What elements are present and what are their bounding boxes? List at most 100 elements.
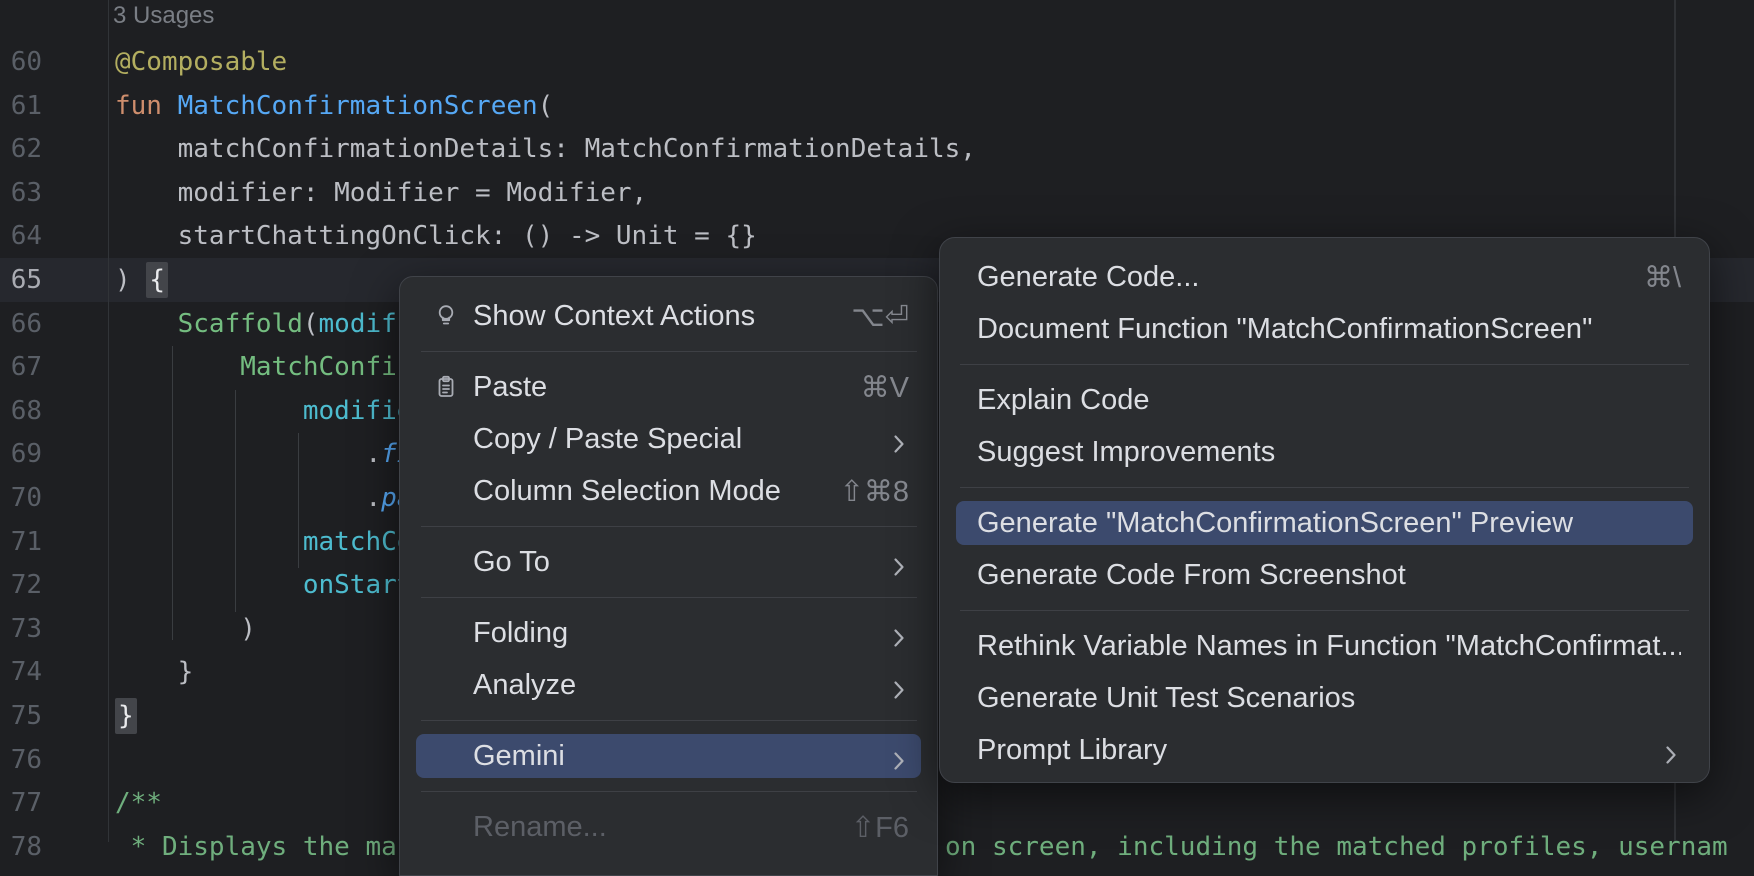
menu-item-copy-paste-special[interactable]: Copy / Paste Special — [400, 413, 937, 465]
code-token: . — [115, 439, 381, 469]
code-line-69: .fil — [115, 433, 428, 475]
menu-item-document-function[interactable]: Document Function "MatchConfirmationScre… — [940, 303, 1709, 355]
menu-item-gemini[interactable]: Gemini — [400, 730, 937, 782]
code-token: matchConfirmationDetails: MatchConfirmat… — [115, 134, 976, 164]
menu-item-shortcut: ⌘\ — [1644, 260, 1681, 295]
menu-item-label: Column Selection Mode — [473, 475, 781, 508]
menu-item-rename[interactable]: Rename...⇧F6 — [400, 801, 937, 853]
line-number-68: 68 — [0, 390, 42, 432]
menu-item-label: Go To — [473, 546, 550, 579]
code-token: fun — [115, 91, 178, 121]
submenu-chevron-icon — [893, 623, 905, 643]
line-number-64: 64 — [0, 215, 42, 257]
menu-separator — [421, 526, 917, 527]
code-token: * Displays the ma — [115, 832, 397, 862]
menu-item-show-context-actions[interactable]: Show Context Actions⌥⏎ — [400, 290, 937, 342]
code-token: ( — [538, 91, 554, 121]
line-number-63: 63 — [0, 172, 42, 214]
menu-item-go-to[interactable]: Go To — [400, 536, 937, 588]
line-number-73: 73 — [0, 608, 42, 650]
menu-separator — [421, 720, 917, 721]
menu-separator — [421, 351, 917, 352]
code-token — [115, 352, 240, 382]
line-number-69: 69 — [0, 433, 42, 475]
menu-item-rethink-variable-names[interactable]: Rethink Variable Names in Function "Matc… — [940, 620, 1709, 672]
menu-item-label: Suggest Improvements — [977, 436, 1275, 469]
menu-item-shortcut: ⇧⌘8 — [840, 474, 909, 509]
line-number-67: 67 — [0, 346, 42, 388]
gemini-submenu: Generate Code... ⌘\ Document Function "Mat… — [939, 237, 1710, 783]
menu-item-shortcut: ⌥⏎ — [851, 299, 909, 334]
menu-item-label: Copy / Paste Special — [473, 423, 742, 456]
menu-item-label: Gemini — [473, 740, 565, 773]
menu-item-label: Generate Code... — [977, 261, 1199, 294]
line-number-65: 65 — [0, 259, 42, 301]
code-line-70: .pad — [115, 477, 428, 519]
code-token: ( — [303, 309, 319, 339]
code-line-72: onStartC — [115, 564, 428, 606]
code-token — [115, 309, 178, 339]
menu-separator — [421, 597, 917, 598]
line-number-78: 78 — [0, 826, 42, 868]
editor-context-menu: Show Context Actions⌥⏎ Paste ⌘V Copy / Past… — [399, 276, 938, 876]
menu-item-analyze[interactable]: Analyze — [400, 659, 937, 711]
menu-item-label: Generate "MatchConfirmationScreen" Previ… — [977, 507, 1573, 540]
menu-item-label: Generate Unit Test Scenarios — [977, 682, 1355, 715]
menu-item-generate-code[interactable]: Generate Code... ⌘\ — [940, 251, 1709, 303]
line-number-76: 76 — [0, 739, 42, 781]
menu-item-shortcut: ⌘V — [861, 370, 909, 405]
menu-item-folding[interactable]: Folding — [400, 607, 937, 659]
code-line-68: modifier — [115, 390, 428, 432]
code-line-66: Scaffold(modifier — [115, 303, 444, 345]
line-number-66: 66 — [0, 303, 42, 345]
menu-item-label: Explain Code — [977, 384, 1150, 417]
menu-item-suggest-improvements[interactable]: Suggest Improvements — [940, 426, 1709, 478]
code-token: { — [146, 262, 168, 298]
code-line-73: ) — [115, 608, 256, 650]
code-line-75: } — [115, 695, 137, 737]
code-token: } — [115, 698, 137, 734]
menu-item-paste[interactable]: Paste ⌘V — [400, 361, 937, 413]
line-number-70: 70 — [0, 477, 42, 519]
menu-item-generate-unit-test-scenarios[interactable]: Generate Unit Test Scenarios — [940, 672, 1709, 724]
menu-item-generate-code-from-screenshot[interactable]: Generate Code From Screenshot — [940, 549, 1709, 601]
menu-item-label: Analyze — [473, 669, 576, 702]
code-token — [115, 396, 303, 426]
code-line-63: modifier: Modifier = Modifier, — [115, 172, 647, 214]
code-line-60: @Composable — [115, 41, 287, 83]
menu-item-label: Paste — [473, 371, 547, 404]
submenu-chevron-icon — [893, 746, 905, 766]
menu-item-prompt-library[interactable]: Prompt Library — [940, 724, 1709, 776]
submenu-chevron-icon — [893, 429, 905, 449]
code-token: ) — [115, 265, 146, 295]
submenu-chevron-icon — [893, 675, 905, 695]
code-token: @Composable — [115, 47, 287, 77]
line-number-62: 62 — [0, 128, 42, 170]
code-token: . — [115, 483, 381, 513]
code-token — [115, 570, 303, 600]
usages-inlay-hint[interactable]: 3 Usages — [113, 2, 214, 30]
code-token: Scaffold — [178, 309, 303, 339]
code-token — [115, 527, 303, 557]
menu-item-label: Prompt Library — [977, 734, 1167, 767]
code-line-64: startChattingOnClick: () -> Unit = {} — [115, 215, 757, 257]
line-number-60: 60 — [0, 41, 42, 83]
menu-item-label: Document Function "MatchConfirmationScre… — [977, 313, 1592, 346]
menu-item-column-selection-mode[interactable]: Column Selection Mode ⇧⌘8 — [400, 465, 937, 517]
line-number-75: 75 — [0, 695, 42, 737]
code-line-62: matchConfirmationDetails: MatchConfirmat… — [115, 128, 976, 170]
menu-item-explain-code[interactable]: Explain Code — [940, 374, 1709, 426]
code-token: modifier: Modifier = Modifier, — [115, 178, 647, 208]
menu-separator — [421, 791, 917, 792]
code-line-61: fun MatchConfirmationScreen( — [115, 85, 553, 127]
gutter-separator — [108, 0, 109, 842]
code-token: ) — [115, 614, 256, 644]
menu-separator — [960, 364, 1689, 365]
ide-screenshot: { "palette": { "bg": "#1E1F22", "current… — [0, 0, 1754, 842]
line-number-61: 61 — [0, 85, 42, 127]
code-line-78: * Displays the maon screen, including th… — [115, 826, 397, 868]
clipboard-icon — [432, 373, 460, 401]
menu-item-generate-preview[interactable]: Generate "MatchConfirmationScreen" Previ… — [940, 497, 1709, 549]
code-token: MatchConfirmationScreen — [178, 91, 538, 121]
line-number-72: 72 — [0, 564, 42, 606]
